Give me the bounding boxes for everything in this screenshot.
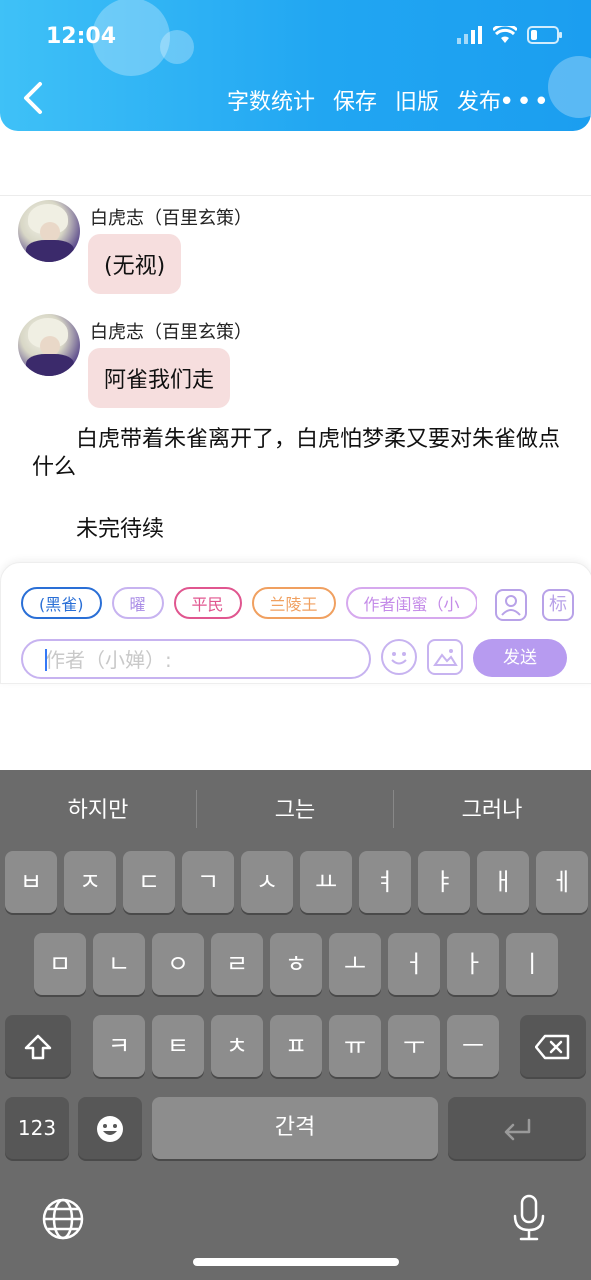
send-button[interactable]: 发送: [473, 639, 567, 677]
key[interactable]: ㅍ: [270, 1015, 322, 1077]
key[interactable]: ㄹ: [211, 933, 263, 995]
key[interactable]: ㅕ: [359, 851, 411, 913]
suggestion-item[interactable]: 그러나: [394, 792, 590, 824]
suggestion-item[interactable]: 하지만: [0, 792, 196, 824]
key[interactable]: ㅊ: [211, 1015, 263, 1077]
home-indicator[interactable]: [193, 1258, 399, 1266]
key[interactable]: ㅏ: [447, 933, 499, 995]
key[interactable]: ㅗ: [329, 933, 381, 995]
globe-icon[interactable]: [41, 1197, 85, 1241]
chip-yao[interactable]: 曜: [111, 587, 164, 619]
narration-text[interactable]: 白虎带着朱雀离开了，白虎怕梦柔又要对朱雀做点什么: [32, 426, 562, 482]
emoji-icon: [97, 1116, 123, 1142]
key[interactable]: ㅡ: [447, 1015, 499, 1077]
key[interactable]: ㅛ: [300, 851, 352, 913]
chip-author-bestie[interactable]: 作者闺蜜（小: [345, 587, 477, 619]
key[interactable]: ㅐ: [477, 851, 529, 913]
key[interactable]: ㅂ: [5, 851, 57, 913]
decor-bubble: [548, 56, 591, 118]
tag-icon[interactable]: 标: [542, 589, 574, 621]
return-key[interactable]: [448, 1097, 586, 1159]
key[interactable]: ㅑ: [418, 851, 470, 913]
key[interactable]: ㅠ: [329, 1015, 381, 1077]
korean-keyboard: 하지만 그는 그러나 ㅂ ㅈ ㄷ ㄱ ㅅ ㅛ ㅕ ㅑ ㅐ ㅔ ㅁ ㄴ ㅇ ㄹ ㅎ…: [0, 770, 591, 1280]
header-actions: 字数统计 保存 旧版 发布: [227, 84, 501, 116]
top-app-bar: 12:04 字数统计 保存 旧版 发布 •••: [0, 0, 591, 131]
back-chevron-icon[interactable]: [18, 80, 48, 116]
sender-name: 白虎志（百里玄策）: [90, 208, 252, 229]
battery-icon: [527, 26, 562, 44]
word-count-button[interactable]: 字数统计: [227, 84, 315, 116]
wifi-icon: [493, 26, 517, 43]
key[interactable]: ㅜ: [388, 1015, 440, 1077]
shift-key[interactable]: [5, 1015, 71, 1077]
space-key[interactable]: 간격: [152, 1097, 438, 1159]
chip-commoner[interactable]: 平民: [173, 587, 242, 619]
key[interactable]: ㅣ: [506, 933, 558, 995]
key[interactable]: ㅅ: [241, 851, 293, 913]
message-input-box[interactable]: [21, 639, 371, 679]
divider: [0, 195, 591, 196]
status-time: 12:04: [46, 24, 117, 49]
shift-icon: [24, 1034, 52, 1060]
return-icon: [504, 1118, 531, 1141]
more-options-button[interactable]: •••: [499, 87, 551, 117]
key[interactable]: ㄴ: [93, 933, 145, 995]
suggestion-bar: 하지만 그는 그러나: [0, 770, 591, 846]
character-chips: (黑雀) 曜平民 兰陵王 作者闺蜜（小: [21, 587, 477, 625]
emoji-icon[interactable]: [381, 639, 417, 675]
text-caret: [45, 649, 47, 671]
key[interactable]: ㅋ: [93, 1015, 145, 1077]
message-input[interactable]: [23, 641, 347, 679]
chip-black-sparrow[interactable]: (黑雀): [21, 587, 102, 619]
key[interactable]: ㅇ: [152, 933, 204, 995]
key[interactable]: ㅁ: [34, 933, 86, 995]
key[interactable]: ㅈ: [64, 851, 116, 913]
key[interactable]: ㅓ: [388, 933, 440, 995]
backspace-icon: [534, 1034, 570, 1060]
person-icon[interactable]: [495, 589, 527, 621]
to-be-continued-text[interactable]: 未完待续: [76, 511, 164, 543]
sender-name: 白虎志（百里玄策）: [90, 322, 252, 343]
signal-icon: [457, 26, 482, 44]
avatar[interactable]: [18, 314, 80, 376]
publish-button[interactable]: 发布: [457, 84, 501, 116]
old-version-button[interactable]: 旧版: [395, 84, 439, 116]
decor-bubble: [160, 30, 194, 64]
image-icon[interactable]: [427, 639, 463, 675]
save-button[interactable]: 保存: [333, 84, 377, 116]
chip-lanling-wang[interactable]: 兰陵王: [251, 587, 336, 619]
avatar[interactable]: [18, 200, 80, 262]
key[interactable]: ㅌ: [152, 1015, 204, 1077]
key[interactable]: ㄱ: [182, 851, 234, 913]
key[interactable]: ㅔ: [536, 851, 588, 913]
message-bubble[interactable]: 阿雀我们走: [88, 348, 231, 408]
numbers-key[interactable]: 123: [5, 1097, 69, 1159]
microphone-icon[interactable]: [511, 1194, 547, 1242]
backspace-key[interactable]: [520, 1015, 586, 1077]
composer-panel: (黑雀) 曜平民兰陵王作者闺蜜（小 标 发送: [0, 562, 591, 684]
key[interactable]: ㄷ: [123, 851, 175, 913]
key[interactable]: ㅎ: [270, 933, 322, 995]
emoji-key[interactable]: [78, 1097, 142, 1159]
message-bubble[interactable]: (无视): [88, 234, 182, 294]
suggestion-item[interactable]: 그는: [197, 792, 393, 824]
status-icons: [457, 26, 563, 44]
